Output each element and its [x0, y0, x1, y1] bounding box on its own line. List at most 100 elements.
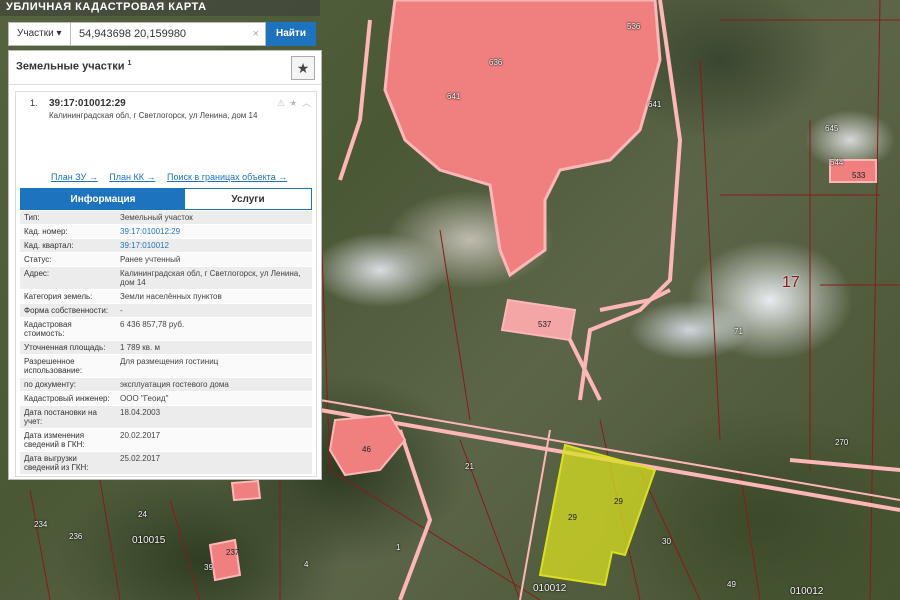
map-label-quarter-number: 17 [782, 274, 800, 291]
search-button[interactable]: Найти [266, 22, 316, 46]
chevron-down-icon: ▾ [56, 28, 62, 39]
info-value: Земельный участок [120, 213, 193, 222]
info-key: Кадастровый инженер: [24, 394, 110, 403]
panel-title-text: Земельные участки [16, 60, 125, 73]
info-row: Кадастровый инженер: ООО "Геоид" [20, 392, 312, 406]
link-search-bounds[interactable]: Поиск в границах объекта → [167, 172, 287, 182]
map-label-quarter: 010015 [132, 535, 166, 546]
card-address: Калининградская обл, г Светлогорск, ул Л… [49, 111, 258, 120]
info-key: по документу: [24, 380, 76, 389]
info-key: Статус: [24, 255, 52, 264]
map-label-quarter: 010012 [533, 583, 567, 594]
map-label: 29 [568, 513, 577, 522]
info-value: эксплуатация гостевого дома [120, 380, 229, 389]
search-query-text: 54,943698 20,159980 [79, 28, 187, 40]
clear-icon[interactable]: × [253, 28, 259, 40]
link-plan-kk[interactable]: План КК → [109, 172, 155, 182]
map-label: 46 [362, 445, 371, 454]
info-value: 20.02.2017 [120, 431, 161, 440]
map-label: 29 [614, 497, 623, 506]
parcel-card: 1. 39:17:010012:29 ⚠ ★ ︿ Калининградская… [15, 91, 317, 477]
info-value-link[interactable]: 39:17:010012:29 [116, 225, 312, 238]
info-row: Статус: Ранее учтенный [20, 253, 312, 267]
parcel-small [230, 479, 262, 502]
favorites-button[interactable]: ★ [291, 56, 315, 80]
info-value: ООО "Геоид" [120, 394, 169, 403]
info-value: - [120, 306, 123, 315]
info-key: Адрес: [24, 269, 50, 278]
map-label: 24 [138, 510, 147, 519]
info-value: Для размещения гостиниц [120, 357, 219, 366]
card-actions-icons[interactable]: ⚠ ★ ︿ [277, 96, 312, 109]
card-cadastral-number[interactable]: 39:17:010012:29 [49, 98, 126, 109]
info-key: Кад. квартал: [24, 241, 74, 250]
info-key: Дата выгрузки сведений из ГКН: [24, 454, 89, 472]
map-label: 4 [304, 560, 309, 569]
search-bar: Участки ▾ 54,943698 20,159980 × Найти [8, 22, 322, 46]
map-label: 644 [830, 158, 844, 167]
info-row: Кад. номер: 39:17:010012:29 [20, 225, 312, 239]
panel-header: Земельные участки 1 ★ [9, 51, 321, 85]
map-title: УБЛИЧНАЯ КАДАСТРОВАЯ КАРТА [0, 0, 320, 16]
info-key: Дата постановки на учет: [24, 408, 97, 426]
card-index: 1. [30, 98, 38, 108]
info-row: Кад. квартал: 39:17:010012 [20, 239, 312, 253]
info-row: Кадастровая стоимость: 6 436 857,78 руб. [20, 318, 312, 341]
info-value: Земли населённых пунктов [120, 292, 222, 301]
tab-info[interactable]: Информация [21, 189, 185, 209]
map-label: 30 [662, 537, 671, 546]
info-key: Разрешенное использование: [24, 357, 83, 375]
results-panel: Земельные участки 1 ★ 1. 39:17:010012:29… [8, 50, 322, 480]
result-count: 1 [127, 60, 132, 67]
info-row: Дата выгрузки сведений из ГКН: 25.02.2017 [20, 452, 312, 475]
map-label: 641 [648, 100, 662, 109]
map-label: 21 [465, 462, 474, 471]
info-key: Дата изменения сведений в ГКН: [24, 431, 85, 449]
map-label-quarter: 010012 [790, 586, 824, 597]
map-label: 636 [489, 58, 503, 67]
info-row: Разрешенное использование: Для размещения… [20, 355, 312, 378]
info-value: 18.04.2003 [120, 408, 161, 417]
info-row: Уточненная площадь: 1 789 кв. м [20, 341, 312, 355]
info-value: Калининградская обл, г Светлогорск, ул Л… [120, 269, 301, 287]
map-label: 39 [204, 563, 213, 572]
info-value: 6 436 857,78 руб. [120, 320, 185, 329]
info-key: Категория земель: [24, 292, 93, 301]
map-label: 237 [226, 548, 240, 557]
map-label: 645 [825, 124, 839, 133]
info-row: Дата постановки на учет: 18.04.2003 [20, 406, 312, 429]
info-key: Кад. номер: [24, 227, 68, 236]
link-plan-zu[interactable]: План ЗУ → [51, 172, 98, 182]
info-table: Тип: Земельный участок Кад. номер: 39:17:0… [20, 211, 312, 475]
info-row: Форма собственности: - [20, 304, 312, 318]
search-input[interactable]: 54,943698 20,159980 × [70, 22, 266, 46]
map-label: 71 [734, 327, 743, 336]
info-key: Кадастровая стоимость: [24, 320, 72, 338]
parcel-636 [383, 0, 662, 278]
map-label: 1 [396, 543, 401, 552]
map-label: 236 [69, 532, 83, 541]
info-value-link[interactable]: 39:17:010012 [116, 239, 312, 252]
search-mode-label: Участки [17, 28, 54, 39]
info-value: 1 789 кв. м [120, 343, 160, 352]
map-label: 234 [34, 520, 48, 529]
info-row: Адрес: Калининградская обл, г Светлогорск… [20, 267, 312, 290]
parcel-237 [208, 538, 242, 582]
info-row: Категория земель: Земли населённых пункто… [20, 290, 312, 304]
card-tabs: Информация Услуги [20, 188, 312, 210]
info-value: Ранее учтенный [120, 255, 181, 264]
map-label: 641 [447, 92, 461, 101]
info-row: Тип: Земельный участок [20, 211, 312, 225]
info-value: 25.02.2017 [120, 454, 161, 463]
tab-services[interactable]: Услуги [185, 189, 311, 209]
info-row: Дата изменения сведений в ГКН: 20.02.2017 [20, 429, 312, 452]
map-label: 537 [538, 320, 552, 329]
map-label: 533 [852, 171, 866, 180]
search-mode-dropdown[interactable]: Участки ▾ [8, 22, 70, 46]
card-links: План ЗУ → План КК → Поиск в границах объ… [51, 172, 296, 182]
map-label: 536 [627, 22, 641, 31]
info-key: Уточненная площадь: [24, 343, 106, 352]
star-icon: ★ [296, 60, 310, 76]
map-label: 49 [727, 580, 736, 589]
info-key: Форма собственности: [24, 306, 109, 315]
